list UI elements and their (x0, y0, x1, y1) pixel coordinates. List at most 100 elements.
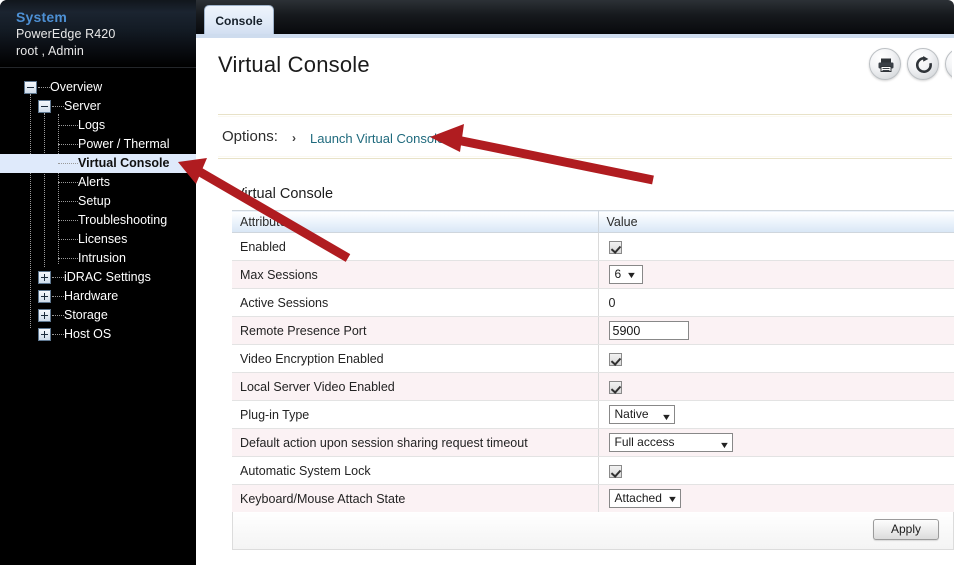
sidebar: System PowerEdge R420 root , Admin Overv… (0, 0, 196, 565)
input-remote-presence-port[interactable] (608, 321, 689, 340)
table-row: Video Encryption Enabled (232, 344, 954, 373)
options-label: Options: (222, 128, 278, 145)
select-default-action-upon-session-sharing-request-timeout[interactable]: Full access ▼ (608, 433, 733, 452)
attribute-cell: Plug-in Type (232, 400, 599, 429)
column-header-value: Value (598, 210, 954, 233)
checkbox-automatic-system-lock[interactable] (608, 464, 622, 478)
sidebar-item-label: Host OS (64, 327, 112, 341)
attribute-cell: Automatic System Lock (232, 456, 599, 485)
sidebar-item-label: Virtual Console (78, 156, 170, 170)
sidebar-item-hardware[interactable]: Hardware (0, 287, 196, 306)
sidebar-item-virtual-console[interactable]: Virtual Console (0, 154, 196, 173)
select-value: Attached (614, 491, 662, 505)
value-cell: Full access ▼ (598, 428, 954, 457)
expand-icon[interactable] (38, 290, 51, 303)
options-bar-bottom-highlight (218, 156, 954, 157)
value-cell (598, 456, 954, 485)
navigation-tree: Overview Server Logs Power / Thermal Virtual… (0, 68, 196, 565)
attribute-cell: Default action upon session sharing requ… (232, 428, 599, 457)
sidebar-item-overview[interactable]: Overview (0, 78, 196, 97)
virtual-console-settings-table: Attribute Value Enabled Max Sessions 6 ▼ Act… (232, 210, 954, 513)
section-title: Virtual Console (235, 186, 334, 202)
tree-connector (58, 239, 78, 240)
expand-icon[interactable] (38, 309, 51, 322)
expand-icon[interactable] (38, 328, 51, 341)
tree-connector (58, 144, 78, 145)
checkbox-local-server-video-enabled[interactable] (608, 380, 622, 394)
expand-icon[interactable] (38, 271, 51, 284)
value-cell: 0 (598, 288, 954, 317)
sidebar-item-setup[interactable]: Setup (0, 192, 196, 211)
column-header-attribute: Attribute (232, 210, 599, 233)
tree-connector (52, 334, 64, 335)
sidebar-item-label: Setup (78, 194, 111, 208)
table-row: Keyboard/Mouse Attach State Attached ▼ (232, 484, 954, 513)
apply-button[interactable]: Apply (873, 519, 939, 540)
table-row: Active Sessions 0 (232, 288, 954, 317)
select-value: Native (614, 407, 649, 421)
tree-connector (58, 201, 78, 202)
sidebar-item-host-os[interactable]: Host OS (0, 325, 196, 344)
print-icon[interactable] (869, 48, 901, 80)
value-cell (598, 232, 954, 261)
sidebar-item-idrac-settings[interactable]: iDRAC Settings (0, 268, 196, 287)
value-active-sessions: 0 (608, 295, 616, 310)
tab-strip: Console (196, 0, 954, 38)
attribute-cell: Active Sessions (232, 288, 599, 317)
table-row: Remote Presence Port (232, 316, 954, 345)
sidebar-item-label: Logs (78, 118, 106, 132)
sidebar-item-label: Intrusion (78, 251, 126, 265)
tree-connector (58, 182, 78, 183)
sidebar-header: System PowerEdge R420 root , Admin (0, 0, 196, 68)
sidebar-item-licenses[interactable]: Licenses (0, 230, 196, 249)
sidebar-item-label: Hardware (64, 289, 119, 303)
select-value: Full access (614, 435, 675, 449)
select-keyboard-mouse-attach-state[interactable]: Attached ▼ (608, 489, 681, 508)
sidebar-item-server[interactable]: Server (0, 97, 196, 116)
chevron-down-icon: ▼ (660, 412, 672, 422)
attribute-cell: Enabled (232, 232, 599, 261)
attribute-cell: Remote Presence Port (232, 316, 599, 345)
value-cell: 6 ▼ (598, 260, 954, 289)
sidebar-item-label: Alerts (78, 175, 110, 189)
launch-virtual-console-link[interactable]: Launch Virtual Console (310, 131, 444, 146)
refresh-icon[interactable] (907, 48, 939, 80)
chevron-down-icon: ▼ (718, 440, 730, 450)
idrac-web-interface: System PowerEdge R420 root , Admin Overv… (0, 0, 954, 565)
table-body: Enabled Max Sessions 6 ▼ Active Sessions 0 Rem… (232, 232, 954, 513)
table-row: Local Server Video Enabled (232, 372, 954, 401)
table-row: Automatic System Lock (232, 456, 954, 485)
sidebar-item-label: Storage (64, 308, 108, 322)
collapse-icon[interactable] (38, 100, 51, 113)
value-cell (598, 316, 954, 345)
select-max-sessions[interactable]: 6 ▼ (608, 265, 643, 284)
sidebar-item-storage[interactable]: Storage (0, 306, 196, 325)
sidebar-item-troubleshooting[interactable]: Troubleshooting (0, 211, 196, 230)
tree-connector (52, 296, 64, 297)
sidebar-item-power-thermal[interactable]: Power / Thermal (0, 135, 196, 154)
attribute-cell: Keyboard/Mouse Attach State (232, 484, 599, 513)
checkbox-enabled[interactable] (608, 240, 622, 254)
table-row: Enabled (232, 232, 954, 261)
tree-connector (52, 106, 64, 107)
sidebar-item-label: iDRAC Settings (64, 270, 151, 284)
sidebar-item-logs[interactable]: Logs (0, 116, 196, 135)
collapse-icon[interactable] (24, 81, 37, 94)
table-row: Default action upon session sharing requ… (232, 428, 954, 457)
options-bar-top-highlight (218, 116, 954, 117)
sidebar-item-alerts[interactable]: Alerts (0, 173, 196, 192)
system-title: System (16, 9, 68, 25)
chevron-down-icon: ▼ (626, 270, 638, 280)
checkbox-video-encryption-enabled[interactable] (608, 352, 622, 366)
table-row: Plug-in Type Native ▼ (232, 400, 954, 429)
tree-connector (52, 315, 64, 316)
sidebar-item-intrusion[interactable]: Intrusion (0, 249, 196, 268)
tree-connector (58, 125, 78, 126)
tree-connector (38, 87, 50, 88)
select-plug-in-type[interactable]: Native ▼ (608, 405, 675, 424)
tree-connector (58, 258, 78, 259)
sidebar-item-label: Licenses (78, 232, 128, 246)
chevron-right-icon: › (292, 131, 296, 145)
options-bar: Options: › Launch Virtual Console (218, 114, 954, 159)
tree-connector (58, 220, 78, 221)
